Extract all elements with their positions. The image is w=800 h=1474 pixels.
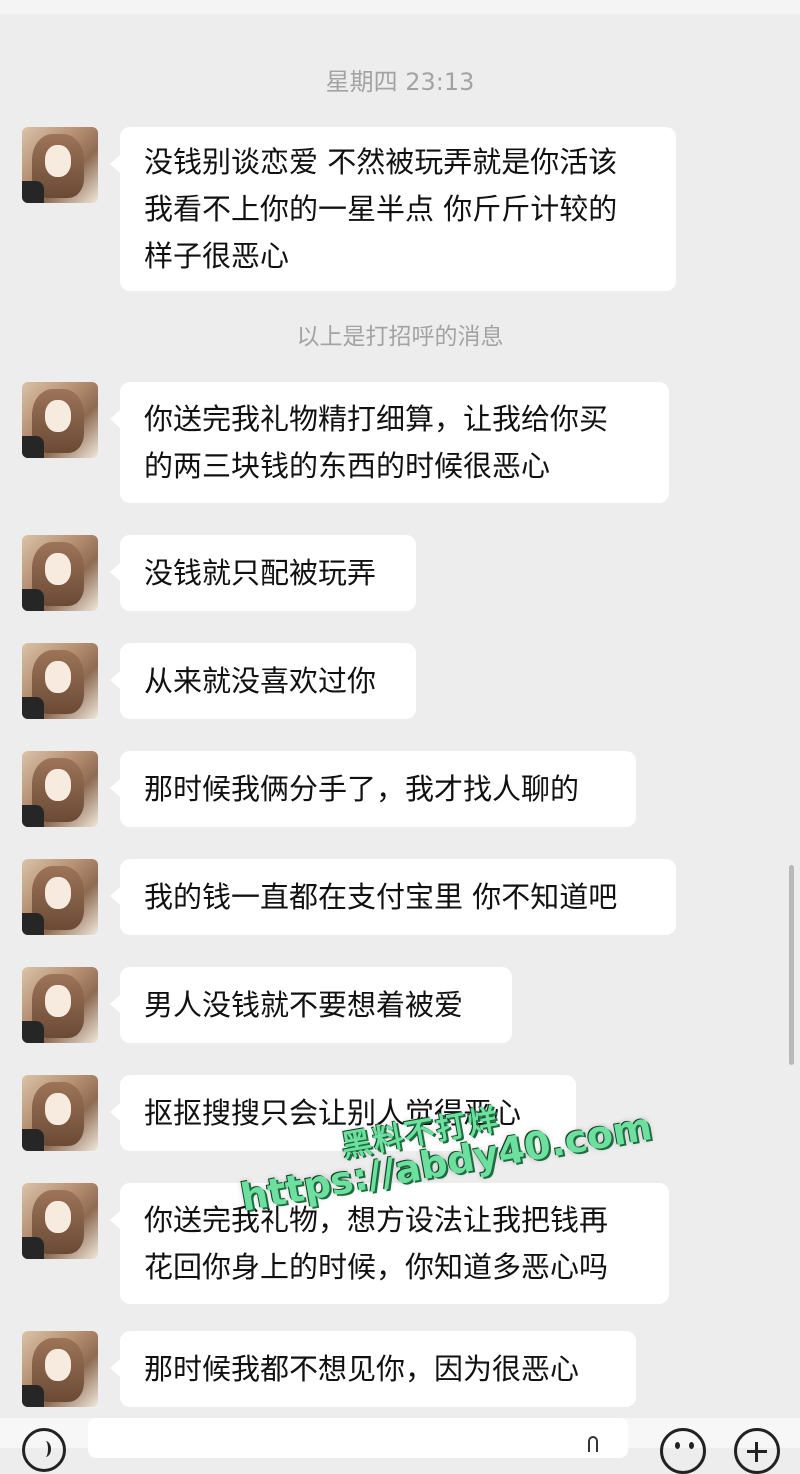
message-text: 样子很恶心 (144, 238, 290, 273)
message-bubble[interactable]: 那时候我俩分手了，我才找人聊的 (110, 751, 636, 827)
avatar[interactable] (22, 751, 98, 827)
message-bubble[interactable]: 男人没钱就不要想着被爱 (110, 967, 512, 1043)
message-timestamp: 星期四 23:13 (325, 68, 475, 96)
message-text: 那时候我都不想见你，因为很恶心 (144, 1351, 580, 1386)
message-text: 男人没钱就不要想着被爱 (144, 987, 464, 1022)
message-text: 花回你身上的时候，你知道多恶心吗 (144, 1249, 609, 1284)
plus-icon[interactable] (734, 1428, 780, 1474)
message-text: 从来就没喜欢过你 (144, 663, 377, 698)
message-text: 我看不上你的一星半点 你斤斤计较的 (144, 191, 618, 226)
message-input[interactable] (88, 1418, 628, 1458)
message-bubble[interactable]: 我的钱一直都在支付宝里 你不知道吧 (110, 859, 676, 935)
avatar[interactable] (22, 1331, 98, 1407)
top-band (0, 0, 800, 14)
message-bubble[interactable]: 没钱就只配被玩弄 (110, 535, 416, 611)
avatar[interactable] (22, 967, 98, 1043)
avatar[interactable] (22, 535, 98, 611)
message-bubble[interactable]: 你送完我礼物，想方设法让我把钱再 花回你身上的时候，你知道多恶心吗 (110, 1183, 669, 1304)
message-text: 那时候我俩分手了，我才找人聊的 (144, 771, 580, 806)
message-text: 的两三块钱的东西的时候很恶心 (144, 448, 551, 483)
message-bubble[interactable]: 那时候我都不想见你，因为很恶心 (110, 1331, 636, 1407)
system-notice: 以上是打招呼的消息 (296, 324, 504, 350)
avatar[interactable] (22, 1075, 98, 1151)
avatar[interactable] (22, 859, 98, 935)
avatar[interactable] (22, 643, 98, 719)
message-bubble[interactable]: 没钱别谈恋爱 不然被玩弄就是你活该 我看不上你的一星半点 你斤斤计较的 样子很恶… (110, 127, 676, 291)
message-bubble[interactable]: 你送完我礼物精打细算，让我给你买 的两三块钱的东西的时候很恶心 (110, 382, 669, 503)
message-text: 你送完我礼物，想方设法让我把钱再 (144, 1202, 609, 1237)
emoji-icon[interactable] (660, 1428, 706, 1474)
cursor-icon (588, 1436, 598, 1452)
message-text: 我的钱一直都在支付宝里 你不知道吧 (144, 879, 618, 914)
message-text: 没钱就只配被玩弄 (144, 555, 377, 590)
voice-icon[interactable] (22, 1428, 66, 1472)
message-bubble[interactable]: 从来就没喜欢过你 (110, 643, 416, 719)
scrollbar[interactable] (789, 865, 794, 1065)
avatar[interactable] (22, 127, 98, 203)
message-text: 你送完我礼物精打细算，让我给你买 (144, 401, 609, 436)
message-text: 没钱别谈恋爱 不然被玩弄就是你活该 (144, 144, 618, 179)
avatar[interactable] (22, 382, 98, 458)
avatar[interactable] (22, 1183, 98, 1259)
